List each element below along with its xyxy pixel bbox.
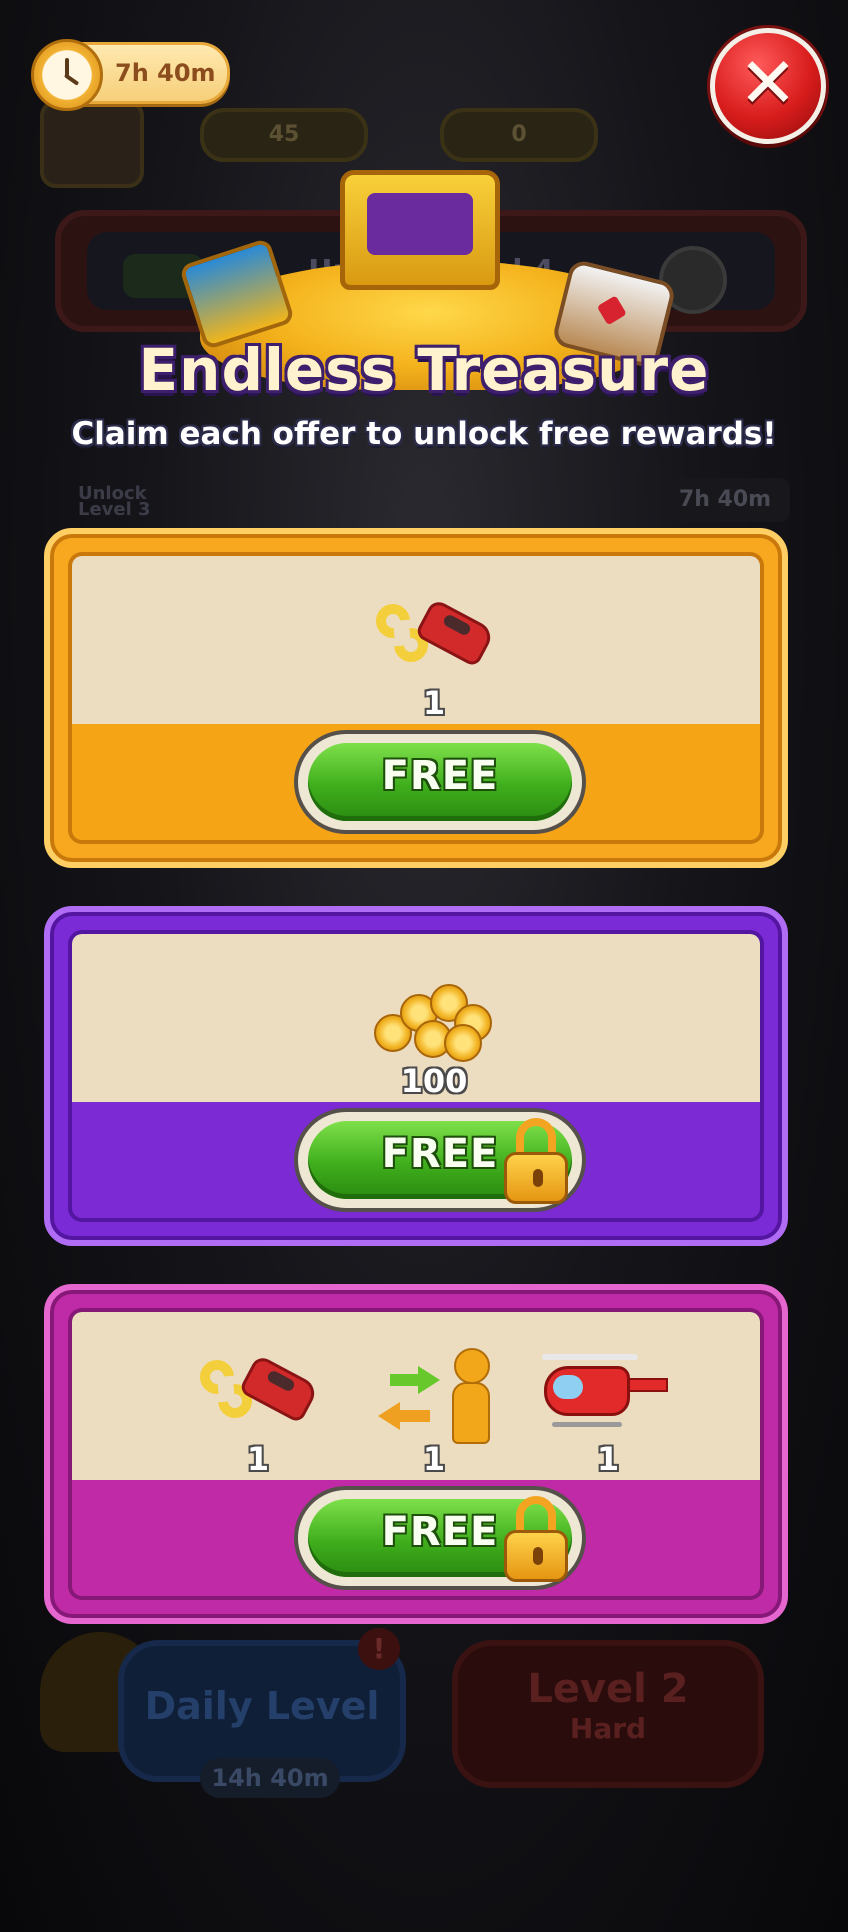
offer-card-rewards-area: 1 1 1: [68, 1308, 764, 1484]
offer-card-rewards-area: 1: [68, 552, 764, 728]
background-unlock-level-small: Unlock Level 3: [78, 483, 151, 520]
padlock-icon: [504, 1496, 568, 1582]
reward-coins: 100: [354, 954, 514, 1104]
free-locked-button[interactable]: FREE: [294, 1486, 586, 1590]
car-swap-icon: [354, 576, 514, 686]
coins-icon: [354, 954, 514, 1064]
reward-count: 1: [246, 1440, 270, 1478]
reward-car-swap: 1: [178, 1332, 338, 1482]
free-button-label: FREE: [381, 753, 499, 799]
panda-avatar: [40, 100, 144, 188]
reward-count: 1: [422, 684, 446, 722]
reward-count: 100: [400, 1062, 468, 1100]
offer-card-button-area: FREE: [68, 724, 764, 844]
reward-count: 1: [422, 1440, 446, 1478]
offer-card-button-area: FREE: [68, 1480, 764, 1600]
reward-passenger-swap: 1: [354, 1332, 514, 1482]
free-claim-button[interactable]: FREE: [294, 730, 586, 834]
free-locked-button[interactable]: FREE: [294, 1108, 586, 1212]
background-daily-level-label: Daily Level: [144, 1684, 380, 1728]
offer-timer-pill: 7h 40m: [31, 39, 230, 111]
background-level-button: Level 2 Hard: [452, 1640, 764, 1788]
treasure-chest-icon: [340, 170, 500, 290]
reward-car-swap: 1: [354, 576, 514, 726]
background-daily-level-timer: 14h 40m: [200, 1758, 340, 1798]
background-alert-badge: !: [358, 1628, 400, 1670]
reward-count: 1: [596, 1440, 620, 1478]
clock-icon: [31, 39, 103, 111]
offer-card-2: 100 FREE: [44, 906, 788, 1246]
background-event-timer: 7h 40m: [660, 478, 790, 522]
close-button[interactable]: ✕: [710, 28, 826, 144]
car-swap-icon: [178, 1332, 338, 1442]
reward-helicopter: 1: [528, 1332, 688, 1482]
helicopter-icon: [528, 1332, 688, 1442]
offer-card-rewards-area: 100: [68, 930, 764, 1106]
background-level-title: Level 2: [527, 1666, 689, 1712]
background-level-difficulty: Hard: [569, 1712, 647, 1745]
padlock-icon: [504, 1118, 568, 1204]
offer-timer-text: 7h 40m: [115, 59, 216, 87]
offer-card-1: 1 FREE: [44, 528, 788, 868]
passenger-swap-icon: [354, 1332, 514, 1444]
offer-subtitle: Claim each offer to unlock free rewards!: [71, 416, 777, 452]
offer-card-button-area: FREE: [68, 1102, 764, 1222]
offer-card-3: 1 1 1 FREE: [44, 1284, 788, 1624]
offer-title: Endless Treasure: [138, 336, 710, 404]
close-x-icon: ✕: [738, 42, 798, 124]
